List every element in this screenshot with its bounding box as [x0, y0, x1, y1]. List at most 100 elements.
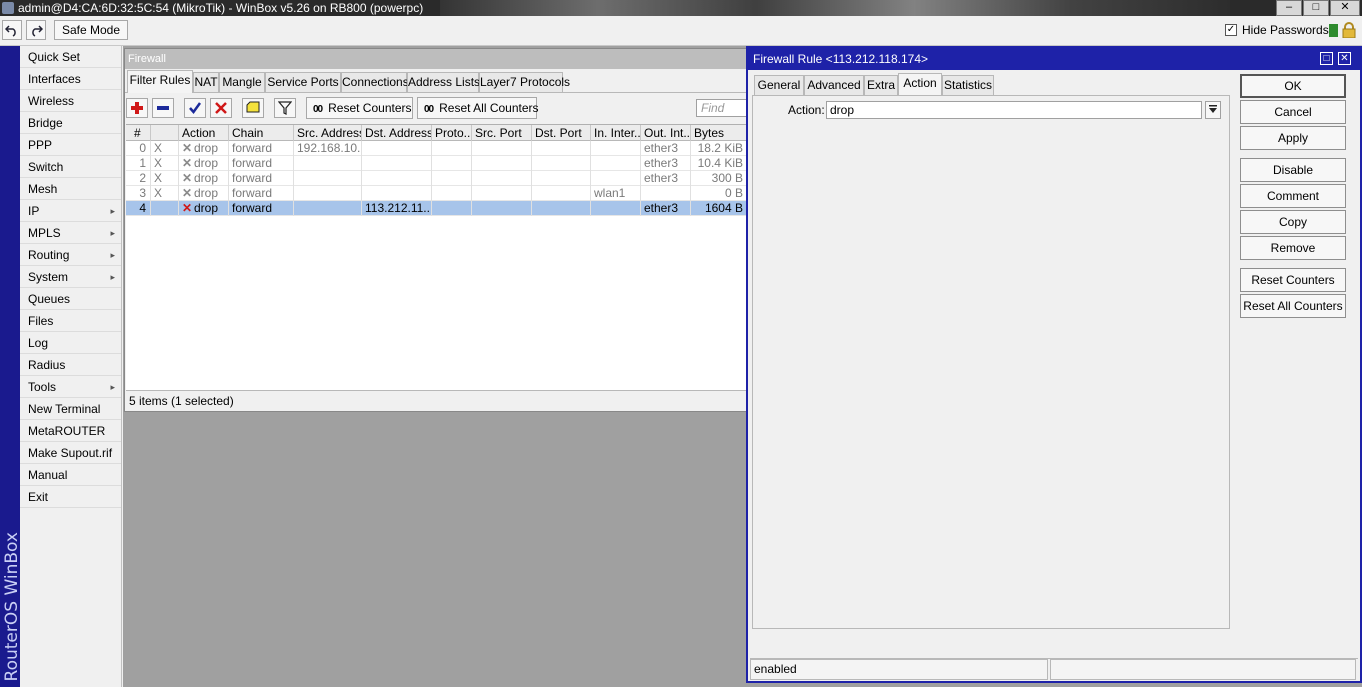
table-cell-proto [432, 171, 472, 186]
menu-item-routing[interactable]: Routing ▸ [20, 244, 121, 266]
maximize-button[interactable]: □ [1303, 0, 1329, 16]
tab-layer7-protocols[interactable]: Layer7 Protocols [479, 72, 570, 92]
dialog-tab-statistics[interactable]: Statistics [942, 75, 994, 95]
dialog-tab-action[interactable]: Action [898, 73, 942, 96]
hide-passwords-toggle[interactable]: ✓ Hide Passwords [1225, 23, 1329, 37]
reset-counters-button[interactable]: Reset Counters [1240, 268, 1346, 292]
action-text: drop [194, 156, 219, 170]
reset-all-counters-button[interactable]: 00 Reset All Counters [417, 97, 539, 119]
comment-rule-button[interactable] [242, 98, 264, 118]
menu-item-files[interactable]: Files [20, 310, 121, 332]
minimize-button[interactable]: – [1276, 0, 1302, 16]
menu-item-manual[interactable]: Manual [20, 464, 121, 486]
dialog-close-button[interactable]: ✕ [1338, 52, 1351, 65]
menu-item-interfaces[interactable]: Interfaces [20, 68, 121, 90]
enable-rule-button[interactable] [184, 98, 206, 118]
tab-filter-rules[interactable]: Filter Rules [127, 70, 193, 93]
disable-rule-button[interactable] [210, 98, 232, 118]
column-header[interactable]: In. Inter... [591, 125, 641, 141]
menu-item-mesh[interactable]: Mesh [20, 178, 121, 200]
cancel-button[interactable]: Cancel [1240, 100, 1346, 124]
reset-all-counters-button[interactable]: Reset All Counters [1240, 294, 1346, 318]
menu-item-label: MetaROUTER [28, 424, 106, 438]
copy-button[interactable]: Copy [1240, 210, 1346, 234]
menu-item-tools[interactable]: Tools ▸ [20, 376, 121, 398]
redo-button[interactable] [26, 20, 46, 40]
tab-nat[interactable]: NAT [193, 72, 219, 92]
column-header[interactable] [151, 125, 179, 141]
hide-passwords-checkbox[interactable]: ✓ [1225, 24, 1237, 36]
remove-button[interactable]: Remove [1240, 236, 1346, 260]
add-rule-button[interactable] [126, 98, 148, 118]
menu-item-bridge[interactable]: Bridge [20, 112, 121, 134]
tab-address-lists[interactable]: Address Lists [407, 72, 480, 92]
remove-rule-button[interactable] [152, 98, 174, 118]
table-cell-inif [591, 141, 641, 156]
dialog-tab-general[interactable]: General [754, 75, 804, 95]
table-row[interactable]: 3 X ✕ drop forward wlan1 0 B [126, 186, 747, 201]
menu-item-quick-set[interactable]: Quick Set [20, 46, 121, 68]
redo-icon [32, 25, 44, 37]
action-select[interactable]: drop [826, 101, 1202, 119]
dialog-tabs: General Advanced Extra Action Statistics [752, 72, 1230, 96]
column-header[interactable]: Bytes [691, 125, 747, 141]
table-cell-outif: ether3 [641, 156, 691, 171]
menu-item-new-terminal[interactable]: New Terminal [20, 398, 121, 420]
dialog-tab-advanced[interactable]: Advanced [804, 75, 864, 95]
column-header[interactable]: Dst. Address [362, 125, 432, 141]
menu-item-label: Files [28, 314, 54, 328]
table-cell-flag: X [151, 186, 179, 201]
undo-button[interactable] [2, 20, 22, 40]
menu-item-wireless[interactable]: Wireless [20, 90, 121, 112]
ok-button[interactable]: OK [1240, 74, 1346, 98]
menu-item-metarouter[interactable]: MetaROUTER [20, 420, 121, 442]
window-title: admin@D4:CA:6D:32:5C:54 (MikroTik) - Win… [18, 1, 424, 15]
tab-service-ports[interactable]: Service Ports [265, 72, 341, 92]
menu-item-log[interactable]: Log [20, 332, 121, 354]
tab-mangle[interactable]: Mangle [219, 72, 265, 92]
menu-item-label: Tools [28, 380, 57, 394]
disable-button[interactable]: Disable [1240, 158, 1346, 182]
table-cell-dport [532, 141, 591, 156]
safe-mode-button[interactable]: Safe Mode [54, 20, 128, 40]
filter-button[interactable] [274, 98, 296, 118]
table-row[interactable]: 2 X ✕ drop forward ether3 300 B [126, 171, 747, 186]
column-header[interactable]: # [126, 125, 151, 141]
menu-item-ip[interactable]: IP ▸ [20, 200, 121, 222]
tab-connections[interactable]: Connections [341, 72, 409, 92]
column-header[interactable]: Out. Int... [641, 125, 691, 141]
menu-item-make-supout-rif[interactable]: Make Supout.rif [20, 442, 121, 464]
table-cell-src [294, 156, 362, 171]
dialog-maximize-button[interactable]: □ [1320, 52, 1333, 65]
find-input[interactable]: Find [696, 99, 747, 117]
comment-button[interactable]: Comment [1240, 184, 1346, 208]
apply-button[interactable]: Apply [1240, 126, 1346, 150]
drop-action-icon: ✕ [182, 156, 193, 170]
column-header[interactable]: Src. Port [472, 125, 532, 141]
menu-item-radius[interactable]: Radius [20, 354, 121, 376]
dialog-tab-extra[interactable]: Extra [864, 75, 898, 95]
table-cell-dport [532, 156, 591, 171]
column-header[interactable]: Chain [229, 125, 294, 141]
table-row[interactable]: 4 ✕ drop forward 113.212.11... ether3 1604 B [126, 201, 747, 216]
menu-item-ppp[interactable]: PPP [20, 134, 121, 156]
menu-item-exit[interactable]: Exit [20, 486, 121, 508]
column-header[interactable]: Dst. Port [532, 125, 591, 141]
menu-item-system[interactable]: System ▸ [20, 266, 121, 288]
table-row[interactable]: 1 X ✕ drop forward ether3 10.4 KiB [126, 156, 747, 171]
sidebar-brand-text: RouterOS WinBox [2, 531, 20, 681]
column-header[interactable]: Src. Address [294, 125, 362, 141]
menu-item-queues[interactable]: Queues [20, 288, 121, 310]
reset-counters-button[interactable]: 00 Reset Counters [306, 97, 413, 119]
firewall-window: Firewall Filter Rules NAT Mangle Service Po… [124, 48, 748, 412]
menu-item-switch[interactable]: Switch [20, 156, 121, 178]
table-cell-action: ✕ drop [179, 171, 229, 186]
table-row[interactable]: 0 X ✕ drop forward 192.168.10... ether3 18.2 Ki… [126, 141, 747, 156]
action-dropdown-button[interactable] [1205, 101, 1221, 119]
column-header[interactable]: Action [179, 125, 229, 141]
table-cell-outif [641, 186, 691, 201]
close-button[interactable]: ✕ [1330, 0, 1360, 16]
table-cell-src [294, 201, 362, 216]
menu-item-mpls[interactable]: MPLS ▸ [20, 222, 121, 244]
column-header[interactable]: Proto... [432, 125, 472, 141]
